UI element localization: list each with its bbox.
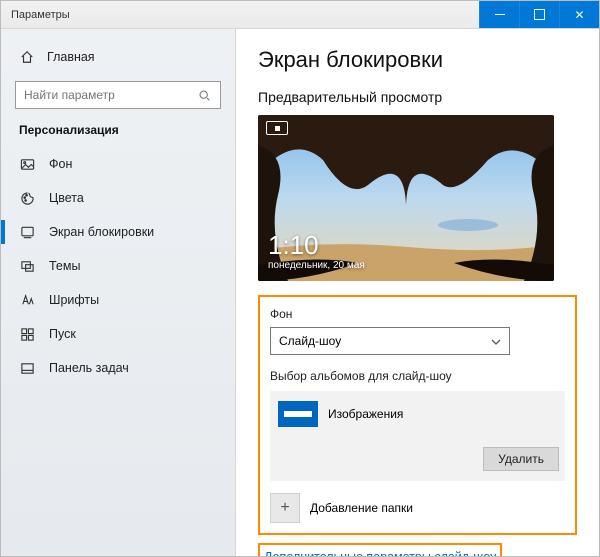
album-actions: Удалить <box>276 431 559 475</box>
lockscreen-preview: 1:10 понедельник, 20 мая <box>258 115 554 281</box>
search-box[interactable] <box>15 81 221 109</box>
background-select-value: Слайд-шоу <box>279 334 341 348</box>
sidebar-item-label: Цвета <box>49 191 84 205</box>
close-button[interactable]: ✕ <box>559 1 599 28</box>
sidebar-section-title: Персонализация <box>1 123 235 147</box>
window-buttons: ✕ <box>479 1 599 28</box>
album-name: Изображения <box>328 407 403 421</box>
titlebar: Параметры ✕ <box>1 1 599 29</box>
sidebar-item-label: Экран блокировки <box>49 225 154 239</box>
home-icon <box>19 49 35 65</box>
picture-icon <box>19 156 35 172</box>
minimize-button[interactable] <box>479 1 519 28</box>
sidebar-item-label: Пуск <box>49 327 76 341</box>
preview-status-icon <box>266 121 288 135</box>
home-label: Главная <box>47 50 95 64</box>
sidebar-item-fonts[interactable]: Шрифты <box>1 283 235 317</box>
search-input[interactable] <box>24 88 196 102</box>
maximize-button[interactable] <box>519 1 559 28</box>
sidebar-item-background[interactable]: Фон <box>1 147 235 181</box>
window-body: Главная Персонализация Фон Цвета Экран б… <box>1 29 599 556</box>
plus-icon: + <box>270 493 300 523</box>
themes-icon <box>19 258 35 274</box>
album-thumb-icon <box>278 401 318 427</box>
search-icon <box>196 87 212 103</box>
albums-box: Изображения Удалить <box>270 391 565 481</box>
sidebar-item-taskbar[interactable]: Панель задач <box>1 351 235 385</box>
album-item[interactable]: Изображения <box>276 397 559 431</box>
palette-icon <box>19 190 35 206</box>
sidebar-item-start[interactable]: Пуск <box>1 317 235 351</box>
sidebar-item-label: Фон <box>49 157 72 171</box>
albums-label: Выбор альбомов для слайд-шоу <box>270 369 565 383</box>
sidebar-item-lockscreen[interactable]: Экран блокировки <box>1 215 235 249</box>
highlighted-background-section: Фон Слайд-шоу Выбор альбомов для слайд-ш… <box>258 295 577 535</box>
preview-date: понедельник, 20 мая <box>268 260 365 271</box>
settings-window: Параметры ✕ Главная Персонализация <box>0 0 600 557</box>
sidebar-item-colors[interactable]: Цвета <box>1 181 235 215</box>
taskbar-icon <box>19 360 35 376</box>
fonts-icon <box>19 292 35 308</box>
main-content: Экран блокировки Предварительный просмот… <box>236 29 599 556</box>
sidebar-item-themes[interactable]: Темы <box>1 249 235 283</box>
sidebar-item-label: Шрифты <box>49 293 99 307</box>
preview-overlay: 1:10 понедельник, 20 мая <box>268 232 365 271</box>
highlighted-link: Дополнительные параметры слайд-шоу <box>258 543 502 556</box>
delete-button[interactable]: Удалить <box>483 447 559 471</box>
preview-heading: Предварительный просмотр <box>258 89 577 105</box>
preview-time: 1:10 <box>268 232 365 258</box>
start-icon <box>19 326 35 342</box>
more-slideshow-settings-link[interactable]: Дополнительные параметры слайд-шоу <box>264 550 496 556</box>
sidebar: Главная Персонализация Фон Цвета Экран б… <box>1 29 236 556</box>
page-title: Экран блокировки <box>258 47 577 73</box>
chevron-down-icon <box>491 336 501 346</box>
lockscreen-icon <box>19 224 35 240</box>
window-title: Параметры <box>11 9 479 21</box>
home-link[interactable]: Главная <box>1 43 235 71</box>
sidebar-item-label: Темы <box>49 259 80 273</box>
sidebar-item-label: Панель задач <box>49 361 129 375</box>
add-folder-row[interactable]: + Добавление папки <box>270 487 565 523</box>
background-label: Фон <box>270 307 565 321</box>
background-select[interactable]: Слайд-шоу <box>270 327 510 355</box>
add-folder-label: Добавление папки <box>310 501 413 515</box>
